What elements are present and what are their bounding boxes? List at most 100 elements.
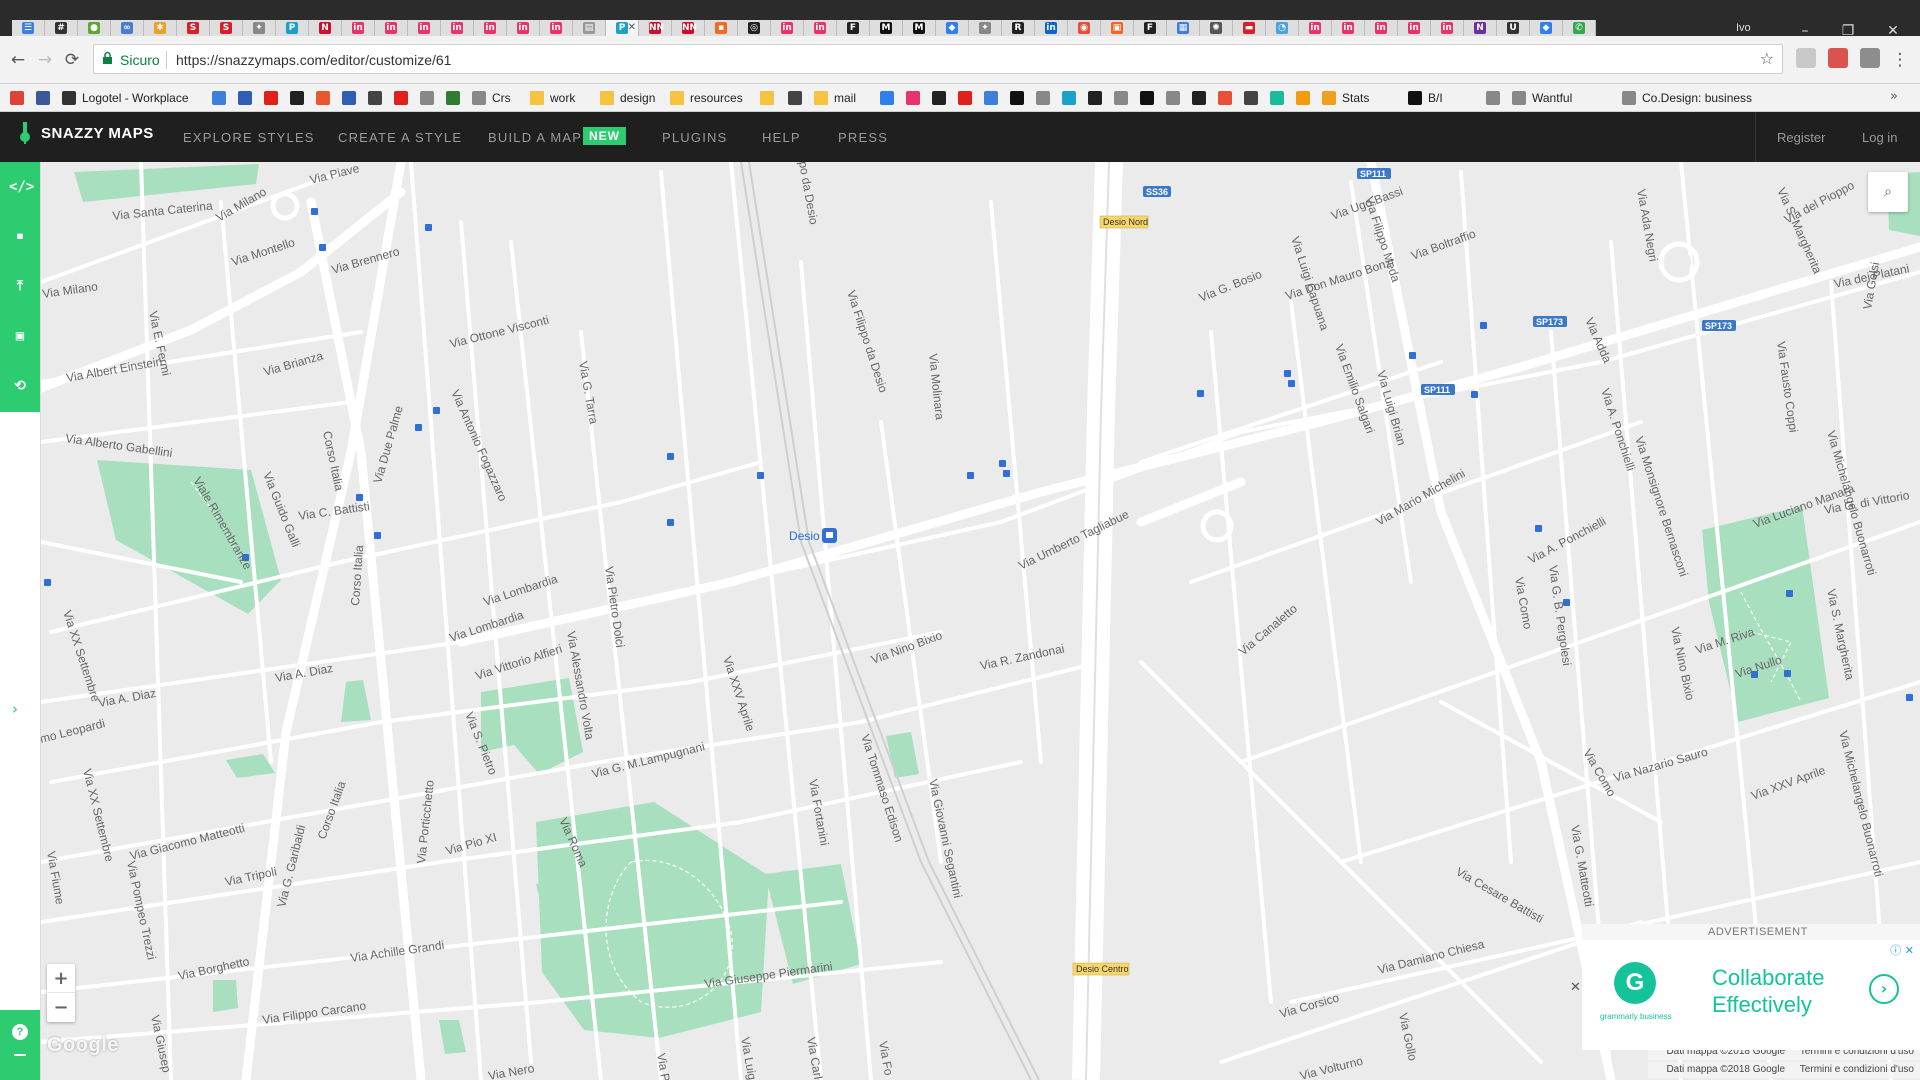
poi-desio[interactable]: Desio	[789, 529, 820, 543]
nav-help[interactable]: HELP	[762, 130, 801, 145]
browser-tab[interactable]: ▦	[1167, 20, 1200, 36]
browser-tab[interactable]: ◆	[936, 20, 969, 36]
bookmark-item[interactable]	[368, 90, 388, 106]
help-panel[interactable]: ?	[0, 1010, 40, 1080]
station-label[interactable]: Desio Centro	[1072, 962, 1130, 976]
browser-tab[interactable]: ☰	[12, 20, 45, 36]
browser-tab[interactable]: U	[1497, 20, 1530, 36]
bookmark-item[interactable]: Logotel - Workplace	[62, 90, 189, 106]
snazzy-maps-logo[interactable]: SNAZZY MAPS	[18, 122, 154, 144]
browser-tab[interactable]: in	[375, 20, 408, 36]
bookmark-item[interactable]: Stats	[1322, 90, 1369, 106]
code-icon[interactable]: </>	[9, 176, 34, 198]
browser-tab[interactable]: F	[837, 20, 870, 36]
back-button[interactable]: ←	[8, 50, 28, 70]
nav-plugins[interactable]: PLUGINS	[662, 130, 727, 145]
nav-create-a-style[interactable]: CREATE A STYLE	[338, 130, 462, 145]
browser-tab[interactable]: in	[342, 20, 375, 36]
expand-panel-chevron-icon[interactable]: ›	[12, 700, 18, 718]
bookmark-item[interactable]	[1296, 90, 1316, 106]
browser-tab[interactable]: S	[210, 20, 243, 36]
reset-icon[interactable]: ⟲	[9, 375, 31, 397]
ad-choices-icon[interactable]: ⓘ ✕	[1890, 942, 1914, 958]
browser-tab[interactable]: in	[804, 20, 837, 36]
bookmark-item[interactable]	[10, 90, 30, 106]
bookmark-item[interactable]	[1114, 90, 1134, 106]
pdf-extension-icon[interactable]	[1828, 48, 1848, 68]
bookmark-item[interactable]	[238, 90, 258, 106]
browser-tab[interactable]: M	[870, 20, 903, 36]
nav-build-a-map[interactable]: BUILD A MAP	[488, 130, 582, 145]
login-link[interactable]: Log in	[1862, 130, 1897, 145]
ad-close-icon[interactable]: ✕	[1570, 980, 1581, 995]
bookmark-item[interactable]	[1486, 90, 1506, 106]
bookmark-item[interactable]: work	[530, 90, 575, 106]
browser-tab[interactable]: P	[276, 20, 309, 36]
address-bar[interactable]: Sicuro https://snazzymaps.com/editor/cus…	[93, 44, 1783, 74]
profile-name[interactable]: Ivo	[1736, 22, 1751, 34]
bookmark-item[interactable]: Co.Design: business	[1622, 90, 1752, 106]
browser-tab[interactable]: ✦	[969, 20, 1002, 36]
bookmark-item[interactable]: Crs	[472, 90, 511, 106]
browser-tab[interactable]: in	[1431, 20, 1464, 36]
bookmark-item[interactable]	[290, 90, 310, 106]
browser-tab[interactable]: S	[177, 20, 210, 36]
menu-kebab-icon[interactable]: ⋮	[1890, 50, 1910, 70]
bookmark-item[interactable]	[212, 90, 232, 106]
browser-tab[interactable]: in	[1035, 20, 1068, 36]
browser-tab[interactable]: ✆	[1563, 20, 1596, 36]
bookmark-item[interactable]	[906, 90, 926, 106]
browser-tab[interactable]: ∞	[111, 20, 144, 36]
bookmark-item[interactable]	[932, 90, 952, 106]
browser-tab[interactable]: R	[1002, 20, 1035, 36]
browser-tab[interactable]: ▬	[1233, 20, 1266, 36]
desio-station[interactable]	[822, 528, 837, 543]
browser-tab[interactable]: #	[45, 20, 78, 36]
browser-tab[interactable]: ▪	[705, 20, 738, 36]
browser-tab[interactable]: ◎	[738, 20, 771, 36]
zoom-out-button[interactable]: −	[47, 993, 75, 1022]
browser-tab[interactable]: ✦	[243, 20, 276, 36]
bookmark-item[interactable]	[394, 90, 414, 106]
browser-tab[interactable]: ◆	[1530, 20, 1563, 36]
browser-tab[interactable]: M	[903, 20, 936, 36]
browser-tab[interactable]: in	[1398, 20, 1431, 36]
reload-button[interactable]: ⟳	[62, 50, 82, 70]
browser-tab[interactable]: ▣	[1101, 20, 1134, 36]
url-text[interactable]: https://snazzymaps.com/editor/customize/…	[176, 52, 451, 68]
extension-icon[interactable]	[1860, 48, 1880, 68]
bookmark-item[interactable]	[1218, 90, 1238, 106]
bookmark-item[interactable]	[1088, 90, 1108, 106]
browser-tab[interactable]: ✱	[144, 20, 177, 36]
browser-tab[interactable]: in	[1365, 20, 1398, 36]
zoom-in-button[interactable]: +	[47, 964, 75, 993]
browser-tab[interactable]: in	[1332, 20, 1365, 36]
forward-button[interactable]: →	[35, 50, 55, 70]
ad-cta-chevron-icon[interactable]: ›	[1869, 974, 1899, 1004]
browser-tab[interactable]: in	[408, 20, 441, 36]
browser-tab[interactable]: ◉	[1068, 20, 1101, 36]
bookmarks-overflow-icon[interactable]: »	[1890, 89, 1898, 104]
browser-tab[interactable]: in	[771, 20, 804, 36]
bookmark-item[interactable]	[446, 90, 466, 106]
bookmark-item[interactable]	[760, 90, 780, 106]
bookmark-item[interactable]	[788, 90, 808, 106]
browser-tab[interactable]: N	[309, 20, 342, 36]
browser-tab[interactable]: in	[474, 20, 507, 36]
ad-headline[interactable]: Collaborate Effectively	[1712, 964, 1862, 1018]
browser-tab[interactable]: ◔	[1266, 20, 1299, 36]
bookmark-item[interactable]	[36, 90, 56, 106]
bookmark-star-icon[interactable]: ☆	[1760, 50, 1774, 68]
bookmark-item[interactable]	[1010, 90, 1030, 106]
collapse-icon[interactable]	[14, 1054, 26, 1056]
bookmark-item[interactable]	[264, 90, 284, 106]
bookmark-item[interactable]	[1036, 90, 1056, 106]
register-link[interactable]: Register	[1777, 130, 1825, 145]
bookmark-item[interactable]	[1062, 90, 1082, 106]
close-tab-icon[interactable]: ✕	[628, 22, 636, 34]
bookmark-item[interactable]: Wantful	[1512, 90, 1572, 106]
station-label[interactable]: Desio Nord	[1099, 215, 1149, 229]
bookmark-item[interactable]	[1140, 90, 1160, 106]
bookmark-item[interactable]	[316, 90, 336, 106]
grammarly-logo[interactable]: G	[1614, 962, 1656, 1004]
